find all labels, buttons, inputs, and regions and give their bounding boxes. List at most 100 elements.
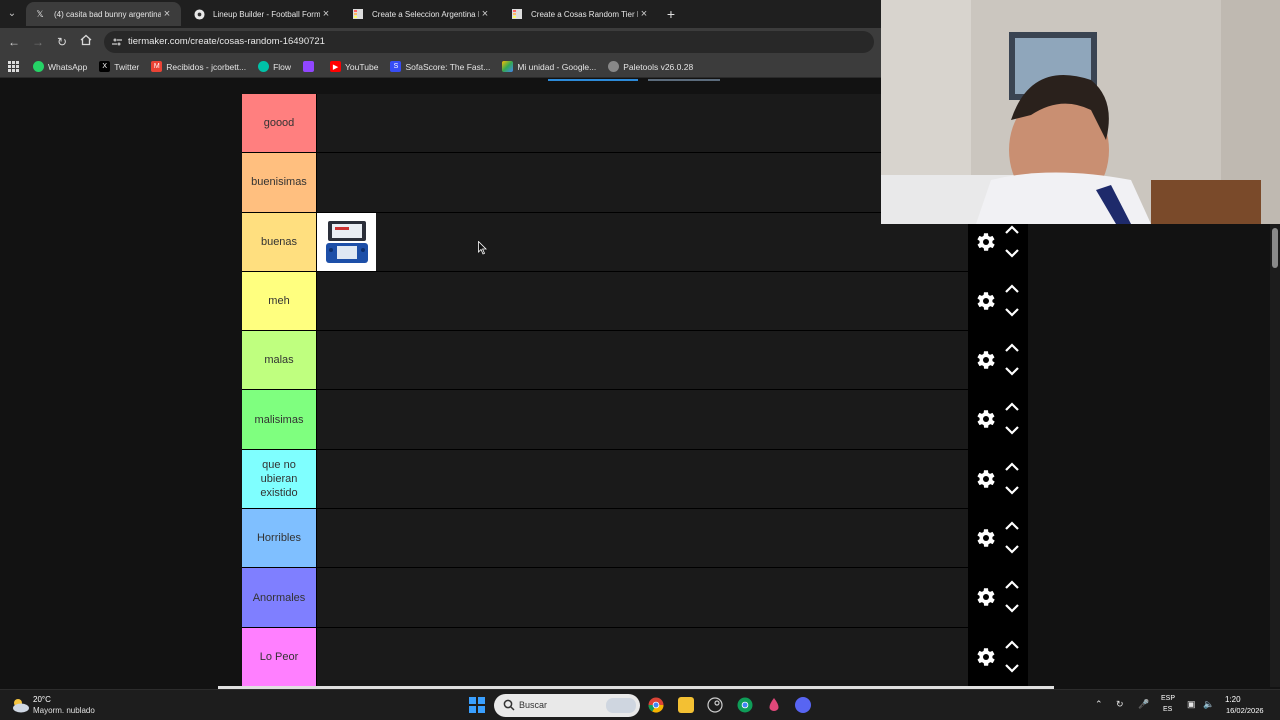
- discord-icon[interactable]: [795, 697, 811, 713]
- close-tab-icon[interactable]: ×: [479, 8, 491, 20]
- bookmark-flow[interactable]: Flow: [258, 61, 291, 72]
- url-input[interactable]: tiermaker.com/create/cosas-random-164907…: [104, 31, 874, 53]
- back-arrow-icon[interactable]: ←: [6, 34, 22, 50]
- chevron-down-icon[interactable]: [1003, 661, 1021, 675]
- language-indicator[interactable]: ESP: [1161, 695, 1175, 702]
- reload-icon[interactable]: ↻: [54, 34, 70, 50]
- tier-label[interactable]: buenisimas: [242, 153, 316, 212]
- new-tab-plus-icon[interactable]: +: [662, 5, 680, 23]
- chevron-up-icon[interactable]: [1003, 282, 1021, 296]
- tier-drop-zone[interactable]: [316, 568, 968, 627]
- chevron-up-icon[interactable]: [1003, 578, 1021, 592]
- tier-drop-zone[interactable]: [316, 627, 968, 686]
- gear-icon[interactable]: [973, 585, 997, 609]
- home-icon[interactable]: [78, 34, 94, 50]
- tier-drop-zone[interactable]: [316, 449, 968, 509]
- chevron-down-icon[interactable]: [1003, 483, 1021, 497]
- tier-label[interactable]: meh: [242, 271, 316, 331]
- tier-label[interactable]: que no ubieran existido: [242, 449, 316, 509]
- file-explorer-icon[interactable]: [678, 697, 694, 713]
- search-icon: [503, 699, 515, 711]
- bookmark-gmail[interactable]: M Recibidos - jcorbett...: [151, 61, 246, 72]
- bookmark-sofascore[interactable]: S SofaScore: The Fast...: [390, 61, 490, 72]
- forward-arrow-icon[interactable]: →: [30, 34, 46, 50]
- bookmark-drive[interactable]: Mi unidad - Google...: [502, 61, 596, 72]
- gear-icon[interactable]: [973, 407, 997, 431]
- chevron-down-icon[interactable]: [1003, 542, 1021, 556]
- tier-label[interactable]: Anormales: [242, 568, 316, 627]
- close-tab-icon[interactable]: ×: [161, 8, 173, 20]
- tier-controls: [968, 509, 1028, 568]
- network-icon[interactable]: ▣: [1187, 699, 1196, 710]
- bookmark-whatsapp[interactable]: WhatsApp: [33, 61, 87, 72]
- tier-drop-zone[interactable]: [316, 331, 968, 390]
- chevron-down-icon[interactable]: [1003, 246, 1021, 260]
- sofascore-icon: S: [390, 61, 402, 72]
- volume-icon[interactable]: 🔈: [1203, 699, 1214, 710]
- gear-icon[interactable]: [973, 348, 997, 372]
- gear-icon[interactable]: [973, 645, 997, 669]
- tier-label[interactable]: buenas: [242, 212, 316, 271]
- vertical-scrollbar[interactable]: [1270, 224, 1280, 687]
- close-tab-icon[interactable]: ×: [320, 8, 332, 20]
- chevron-down-icon[interactable]: [1003, 601, 1021, 615]
- gear-icon[interactable]: [973, 467, 997, 491]
- microphone-icon[interactable]: 🎤: [1138, 699, 1149, 710]
- clock-time[interactable]: 1:20: [1225, 695, 1241, 704]
- sync-tray-icon[interactable]: ↻: [1116, 699, 1124, 710]
- tab-lineup-builder[interactable]: Lineup Builder - Football Forma ×: [185, 2, 340, 26]
- tab-title: Create a Seleccion Argentina M: [372, 9, 479, 19]
- tier-drop-zone[interactable]: [316, 212, 968, 271]
- tier-label[interactable]: Horribles: [242, 509, 316, 568]
- tab-casita[interactable]: 𝕏 (4) casita bad bunny argentina ×: [26, 2, 181, 26]
- tier-label[interactable]: malisimas: [242, 390, 316, 449]
- gmail-icon: M: [151, 61, 163, 72]
- site-info-icon[interactable]: [112, 37, 122, 47]
- tab-cosas-random[interactable]: Create a Cosas Random Tier Li ×: [503, 2, 658, 26]
- tier-label[interactable]: malas: [242, 331, 316, 390]
- tier-drop-zone[interactable]: [316, 153, 968, 212]
- tab-seleccion-argentina[interactable]: Create a Seleccion Argentina M ×: [344, 2, 499, 26]
- keyboard-layout-indicator[interactable]: ES: [1163, 706, 1172, 713]
- chrome-profile-icon[interactable]: [737, 697, 753, 713]
- chevron-down-icon[interactable]: [1003, 305, 1021, 319]
- bookmark-paletools[interactable]: Paletools v26.0.28: [608, 61, 693, 72]
- apps-grid-icon[interactable]: [8, 61, 19, 72]
- gear-icon[interactable]: [973, 230, 997, 254]
- chevron-up-icon[interactable]: [1003, 460, 1021, 474]
- chevron-up-icon[interactable]: [1003, 223, 1021, 237]
- show-hidden-icons-chevron-icon[interactable]: ⌃: [1095, 699, 1103, 710]
- close-tab-icon[interactable]: ×: [638, 8, 650, 20]
- chevron-up-icon[interactable]: [1003, 519, 1021, 533]
- clock-date[interactable]: 16/02/2026: [1226, 706, 1264, 715]
- tier-item-nintendo-3ds[interactable]: [317, 212, 376, 271]
- bookmark-youtube[interactable]: ▶ YouTube: [330, 61, 378, 72]
- url-text: tiermaker.com/create/cosas-random-164907…: [128, 36, 325, 47]
- scrollbar-thumb[interactable]: [1272, 228, 1278, 268]
- tab-search-chevron-icon[interactable]: ⌄: [4, 6, 20, 22]
- bookmark-twitter[interactable]: X Twitter: [99, 61, 139, 72]
- chevron-up-icon[interactable]: [1003, 341, 1021, 355]
- tier-drop-zone[interactable]: [316, 94, 968, 153]
- gear-icon[interactable]: [973, 289, 997, 313]
- cloudy-weather-icon[interactable]: [10, 696, 30, 714]
- drop-app-icon[interactable]: [766, 697, 782, 713]
- tab-title: Create a Cosas Random Tier Li: [531, 9, 638, 19]
- windows-start-icon[interactable]: [469, 697, 485, 713]
- tier-label[interactable]: Lo Peor: [242, 627, 316, 686]
- chrome-icon[interactable]: [648, 697, 664, 713]
- bookmark-twitch[interactable]: [303, 61, 318, 72]
- taskbar-search-input[interactable]: Buscar: [494, 694, 640, 717]
- steam-icon[interactable]: [707, 697, 723, 713]
- tier-drop-zone[interactable]: [316, 271, 968, 331]
- gear-icon[interactable]: [973, 526, 997, 550]
- tier-label[interactable]: goood: [242, 94, 316, 153]
- bookmarks-bar: WhatsApp X Twitter M Recibidos - jcorbett.…: [0, 56, 881, 78]
- chevron-down-icon[interactable]: [1003, 423, 1021, 437]
- bookmark-label: WhatsApp: [48, 61, 88, 72]
- chevron-up-icon[interactable]: [1003, 400, 1021, 414]
- chevron-up-icon[interactable]: [1003, 638, 1021, 652]
- tier-drop-zone[interactable]: [316, 390, 968, 449]
- tier-drop-zone[interactable]: [316, 509, 968, 568]
- chevron-down-icon[interactable]: [1003, 364, 1021, 378]
